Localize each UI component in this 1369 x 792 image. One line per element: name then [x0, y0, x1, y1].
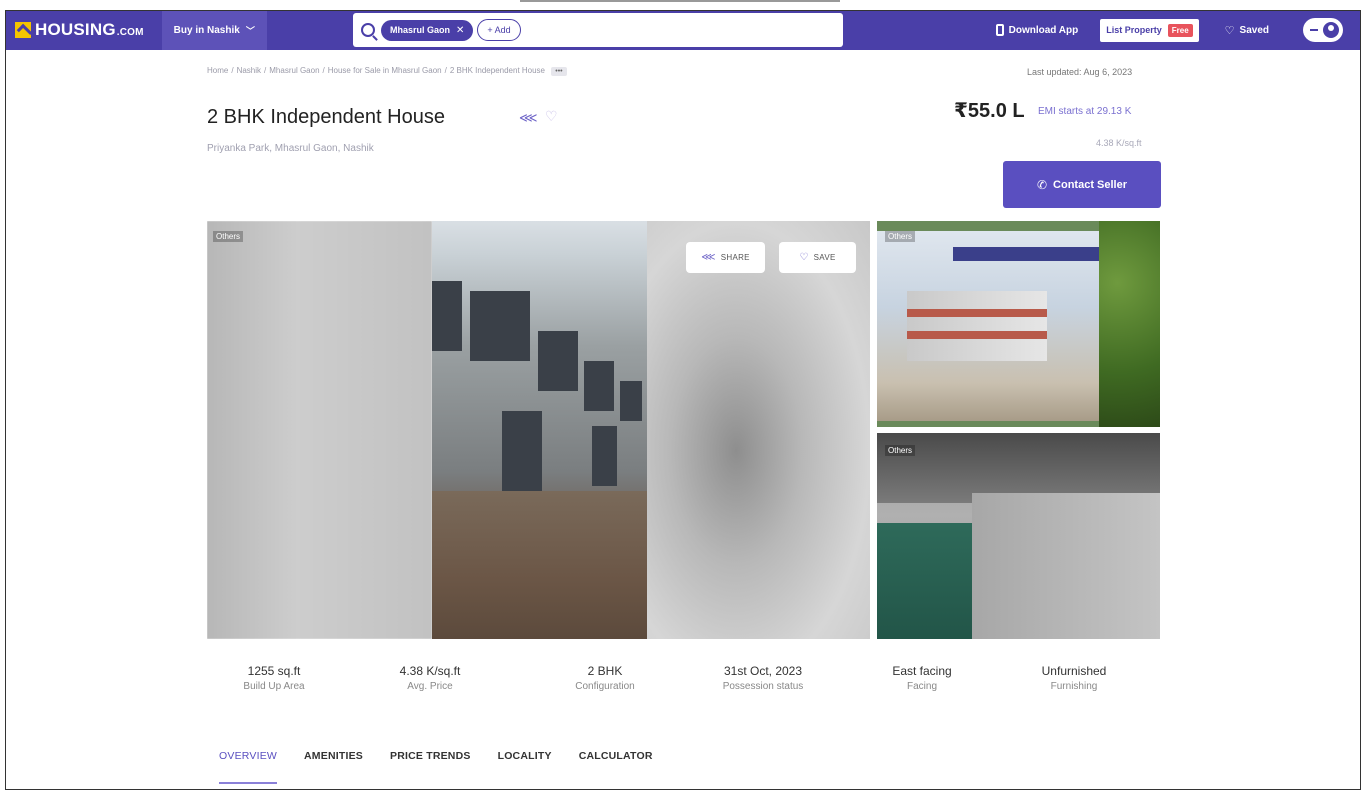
stat-possession-status: 31st Oct, 2023 Possession status [703, 664, 823, 692]
photo-category-tag: Others [885, 231, 916, 242]
search-bar[interactable]: Mhasrul Gaon ✕ + Add [353, 13, 843, 47]
gallery-photo-left[interactable] [207, 221, 432, 639]
breadcrumb: Home / Nashik / Mhasrul Gaon / House for Sale … [207, 66, 567, 76]
gallery-thumbnail-1[interactable]: Others [877, 221, 1160, 427]
stat-avg-price: 4.38 K/sq.ft Avg. Price [385, 664, 475, 692]
save-button[interactable]: ♡ SAVE [779, 242, 856, 273]
top-divider [520, 0, 840, 2]
page-title: 2 BHK Independent House [207, 106, 445, 128]
breadcrumb-city[interactable]: Nashik [237, 66, 261, 75]
gallery-photo-center[interactable] [432, 221, 647, 639]
stat-value: 4.38 K/sq.ft [399, 664, 461, 678]
phone-call-icon: ✆ [1036, 177, 1048, 192]
breadcrumb-current: 2 BHK Independent House [449, 66, 546, 75]
stat-label: Possession status [722, 681, 804, 692]
breadcrumb-home[interactable]: Home [207, 66, 228, 75]
photo-category-tag: Others [885, 445, 916, 456]
stat-build-up-area: 1255 sq.ft Build Up Area [229, 664, 319, 692]
add-locality-button[interactable]: + Add [477, 19, 521, 41]
avatar-icon [1323, 22, 1339, 38]
emi-link[interactable]: EMI starts at 29.13 K [1038, 106, 1131, 117]
share-button[interactable]: ⋘ SHARE [686, 242, 765, 273]
list-property-button[interactable]: List Property Free [1100, 18, 1199, 42]
menu-icon [1310, 29, 1318, 31]
heart-icon: ♡ [1224, 24, 1235, 37]
locality-chip[interactable]: Mhasrul Gaon ✕ [381, 19, 474, 41]
tab-locality[interactable]: LOCALITY [498, 750, 552, 762]
tab-amenities[interactable]: AMENITIES [304, 750, 363, 762]
housing-logo[interactable]: HOUSING .COM [15, 20, 144, 40]
stat-furnishing: Unfurnished Furnishing [1019, 664, 1129, 692]
stat-value: Unfurnished [1041, 664, 1107, 678]
share-icon[interactable]: ⋘ [519, 110, 538, 126]
last-updated: Last updated: Aug 6, 2023 [1027, 67, 1133, 77]
contact-seller-label: Contact Seller [1053, 178, 1128, 191]
stat-label: Facing [906, 681, 937, 692]
free-badge: Free [1167, 23, 1193, 37]
phone-icon [995, 24, 1004, 36]
breadcrumb-more[interactable]: ••• [551, 67, 567, 76]
stat-configuration: 2 BHK Configuration [555, 664, 655, 692]
logo-suffix: .COM [116, 26, 144, 38]
heart-outline-icon[interactable]: ♡ [545, 108, 558, 125]
nav-right: Download App List Property Free ♡ Saved [995, 10, 1361, 50]
locality-chip-label: Mhasrul Gaon [390, 25, 451, 35]
house-logo-icon [15, 22, 31, 38]
stat-label: Furnishing [1050, 681, 1098, 692]
share-label: SHARE [720, 253, 750, 262]
logo-text: HOUSING [35, 20, 116, 39]
saved-link[interactable]: ♡ Saved [1225, 24, 1269, 37]
property-price: ₹55.0 L [954, 100, 1025, 122]
stat-facing: East facing Facing [872, 664, 972, 692]
property-address: Priyanka Park, Mhasrul Gaon, Nashik [207, 143, 374, 154]
main-photo-gallery[interactable]: Others ⋘ SHARE ♡ SAVE [207, 221, 870, 639]
stat-label: Configuration [575, 681, 635, 692]
save-label: SAVE [813, 253, 836, 262]
download-app-link[interactable]: Download App [995, 24, 1079, 36]
tab-price-trends[interactable]: PRICE TRENDS [390, 750, 471, 762]
property-stats: 1255 sq.ft Build Up Area 4.38 K/sq.ft Av… [207, 664, 1160, 704]
saved-label: Saved [1239, 24, 1269, 36]
gallery-photo-right[interactable] [647, 221, 870, 639]
list-property-label: List Property [1106, 25, 1162, 35]
city-selector[interactable]: Buy in Nashik ﹀ [161, 10, 267, 50]
chevron-down-icon: ﹀ [245, 25, 255, 36]
stat-value: 2 BHK [587, 664, 623, 678]
top-nav: HOUSING .COM Buy in Nashik ﹀ Mhasrul Gao… [5, 10, 1361, 50]
share-icon: ⋘ [701, 252, 716, 263]
close-icon[interactable]: ✕ [456, 25, 464, 36]
photo-category-tag: Others [213, 231, 244, 242]
heart-outline-icon: ♡ [799, 252, 809, 263]
gallery-thumbnail-2[interactable]: Others [877, 433, 1160, 639]
search-icon [361, 23, 375, 37]
profile-menu[interactable] [1303, 18, 1343, 42]
download-app-label: Download App [1008, 24, 1079, 36]
section-tabs: OVERVIEW AMENITIES PRICE TRENDS LOCALITY… [219, 750, 680, 784]
stat-value: 1255 sq.ft [247, 664, 301, 678]
tab-overview[interactable]: OVERVIEW [219, 750, 278, 784]
contact-seller-button[interactable]: ✆ Contact Seller [1003, 161, 1161, 208]
breadcrumb-locality[interactable]: Mhasrul Gaon [269, 66, 319, 75]
stat-value: 31st Oct, 2023 [723, 664, 803, 678]
breadcrumb-category[interactable]: House for Sale in Mhasrul Gaon [328, 66, 442, 75]
price-per-sqft: 4.38 K/sq.ft [1096, 138, 1142, 148]
city-selector-label: Buy in Nashik [173, 24, 240, 36]
stat-label: Build Up Area [243, 681, 305, 692]
stat-value: East facing [892, 664, 952, 678]
stat-label: Avg. Price [407, 681, 453, 692]
tab-calculator[interactable]: CALCULATOR [579, 750, 653, 762]
